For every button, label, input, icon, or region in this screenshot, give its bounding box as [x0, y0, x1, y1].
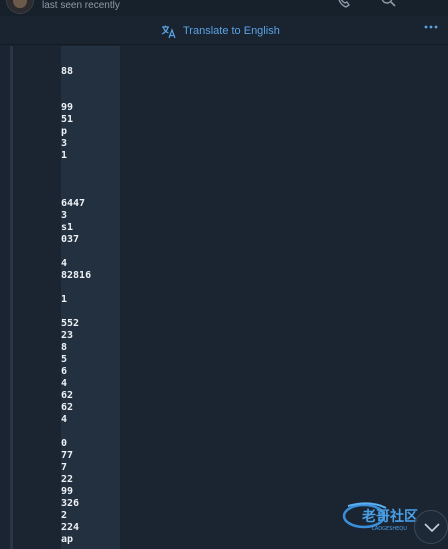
code-line: 4	[61, 414, 68, 425]
code-line: 88	[61, 66, 74, 77]
code-line: 1	[61, 294, 68, 305]
code-line: 23	[61, 330, 74, 341]
code-line: 99	[61, 102, 74, 113]
code-line: 0	[61, 438, 68, 449]
code-line: 326	[61, 498, 80, 509]
message-code-block: 88 99 51 p 3 1 6447 3 s1 037 4 82816 1 552 23 8 5 6 4 62 62 4…	[61, 46, 120, 549]
more-icon[interactable]	[423, 23, 439, 31]
reply-strip	[10, 46, 13, 549]
code-line: 22	[61, 474, 74, 485]
code-line: 77	[61, 450, 74, 461]
code-line: p	[61, 126, 68, 137]
svg-text:LAOGESHEQU: LAOGESHEQU	[372, 526, 407, 532]
code-line: 62	[61, 390, 74, 401]
search-icon[interactable]	[380, 0, 398, 10]
code-line: 82816	[61, 270, 92, 281]
code-line: 4	[61, 378, 68, 389]
code-line: 7	[61, 462, 68, 473]
avatar[interactable]	[6, 0, 34, 14]
code-line: 224	[61, 522, 80, 533]
code-line: 8	[61, 342, 68, 353]
code-line: 6447	[61, 198, 86, 209]
code-line: 2	[61, 510, 68, 521]
code-line: 3	[61, 210, 68, 221]
code-line: 51	[61, 114, 74, 125]
chat-header: last seen recently	[0, 0, 448, 16]
translate-icon	[161, 25, 176, 38]
code-line: 1	[61, 150, 68, 161]
code-line: 62	[61, 402, 74, 413]
code-line: ap	[61, 534, 74, 545]
code-line: s1	[61, 222, 74, 233]
code-line: 037	[61, 234, 80, 245]
translate-label: Translate to English	[183, 25, 280, 37]
contact-status: last seen recently	[42, 0, 120, 11]
scroll-down-button[interactable]	[414, 510, 448, 544]
code-line: 3	[61, 138, 68, 149]
svg-text:老哥社区: 老哥社区	[362, 508, 418, 525]
translate-bar: Translate to English	[0, 16, 448, 45]
code-line: 6	[61, 366, 68, 377]
phone-icon[interactable]	[334, 0, 354, 10]
chevron-down-icon	[424, 523, 440, 533]
code-line: 5	[61, 354, 68, 365]
code-line: 552	[61, 318, 80, 329]
translate-button[interactable]: Translate to English	[160, 22, 280, 40]
code-line: 4	[61, 258, 68, 269]
code-line: 99	[61, 486, 74, 497]
